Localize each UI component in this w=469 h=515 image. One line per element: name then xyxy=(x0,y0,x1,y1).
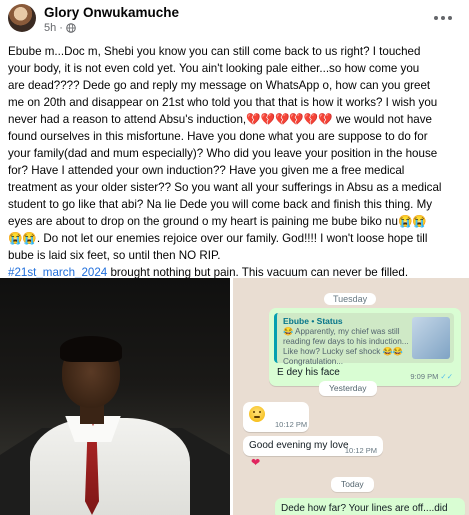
status-reply-bubble: Ebube • Status 😂 Apparently, my chief wa… xyxy=(269,308,461,386)
post-line: treatment as your older sister?? So you … xyxy=(8,181,442,194)
message-time: 10:12 PM xyxy=(275,420,308,429)
status-quote-body: 😂 Apparently, my chief was still reading… xyxy=(283,327,409,366)
portrait-photo[interactable] xyxy=(0,278,230,515)
post-line: found ourselves in this misfortune. Have… xyxy=(8,130,428,143)
post-line: 😭😭. Do not let our enemies rejoice over … xyxy=(8,230,464,247)
message-text: Dede how far? Your lines are off....did xyxy=(281,503,448,514)
post-media[interactable]: Tuesday Ebube • Status 😂 Apparently, my … xyxy=(0,278,469,515)
message-time-text: 9:09 PM xyxy=(410,372,439,381)
status-quote: Ebube • Status 😂 Apparently, my chief wa… xyxy=(274,313,454,366)
post-line-text: never had a reason to attend Absu's indu… xyxy=(8,113,247,126)
author-name[interactable]: Glory Onwukamuche xyxy=(44,5,179,20)
post-line: your body, it is not even cold yet. You … xyxy=(8,62,420,75)
post-line: me on 20th and disappear on 21st who tol… xyxy=(8,96,438,109)
message-text: E dey his face xyxy=(277,367,340,378)
post-time[interactable]: 5h xyxy=(44,22,56,34)
message-time: 9:09 PM ✓✓ xyxy=(410,372,453,381)
broken-hearts-emoji: 💔💔💔💔💔💔 xyxy=(246,113,333,126)
post-line: are dead???? Dede go and reply my messag… xyxy=(8,79,431,92)
crying-emoji: 😭😭 xyxy=(8,232,37,245)
post-line-text: eyes are about to drop on the ground o m… xyxy=(8,215,398,228)
post-line: Ebube m...Doc m, Shebi you know you can … xyxy=(8,45,421,58)
crying-emoji: 😭😭 xyxy=(397,215,427,228)
emoji-message-bubble: 10:12 PM xyxy=(243,402,309,432)
post-line-tail: we would not have xyxy=(332,113,433,126)
post-line-text: . Do not let our enemies rejoice over ou… xyxy=(36,232,428,245)
post-meta: 5h · xyxy=(44,22,76,34)
day-chip-today: Today xyxy=(331,477,374,492)
post-line: never had a reason to attend Absu's indu… xyxy=(8,111,464,128)
heart-reaction-icon: ❤ xyxy=(251,457,261,469)
status-quote-title: Ebube • Status xyxy=(283,316,343,326)
neutral-face-emoji xyxy=(249,406,265,422)
chat-screenshot[interactable]: Tuesday Ebube • Status 😂 Apparently, my … xyxy=(233,278,469,515)
post-line: student to go like that abi? Na lie Dede… xyxy=(8,198,433,211)
globe-icon xyxy=(66,23,76,33)
post-header: Glory Onwukamuche 5h · xyxy=(0,0,469,40)
more-options-icon[interactable] xyxy=(431,10,455,26)
post-body: Ebube m...Doc m, Shebi you know you can … xyxy=(8,43,464,281)
read-ticks-icon: ✓✓ xyxy=(440,372,453,381)
post-line: your family(dad and mum especially)? Who… xyxy=(8,147,438,160)
status-thumbnail xyxy=(412,317,450,359)
post-line: bube is laid six feet, so until then NO … xyxy=(8,249,221,262)
message-bubble: Dede how far? Your lines are off....did xyxy=(275,498,465,515)
day-chip-tuesday: Tuesday xyxy=(324,293,377,305)
message-time: 10:12 PM xyxy=(344,446,377,455)
message-bubble: Good evening my love 10:12 PM xyxy=(243,436,383,456)
author-avatar[interactable] xyxy=(8,4,36,32)
post-line: eyes are about to drop on the ground o m… xyxy=(8,213,464,230)
meta-separator: · xyxy=(59,22,63,34)
day-chip-yesterday: Yesterday xyxy=(319,381,377,396)
post-line: for? Have I attended your own induction?… xyxy=(8,164,405,177)
message-text: Good evening my love xyxy=(249,440,349,451)
